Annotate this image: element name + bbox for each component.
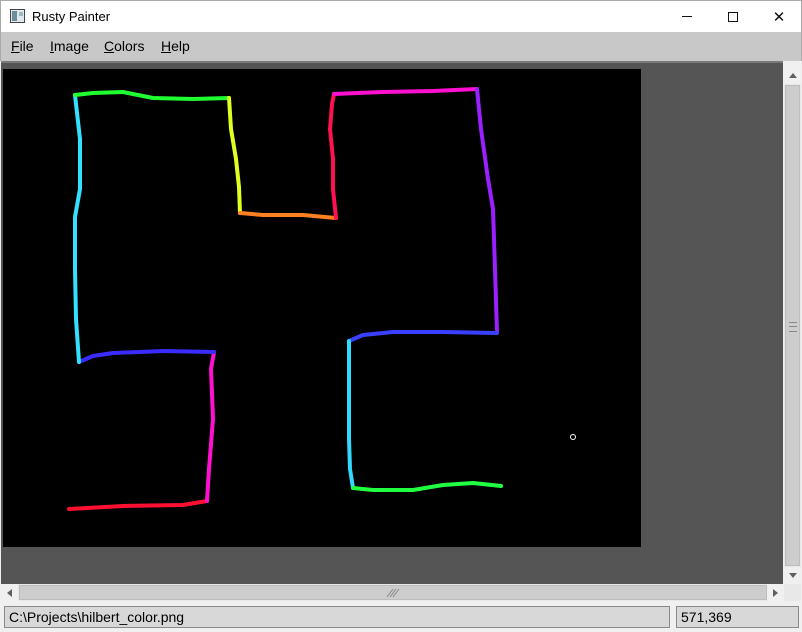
- scroll-down-button[interactable]: [784, 567, 801, 584]
- stroke-green: [73, 90, 231, 101]
- horizontal-scrollbar[interactable]: [1, 584, 784, 601]
- menu-colors-mnemonic: C: [104, 38, 115, 54]
- status-bar: C:\Projects\hilbert_color.png 571,369: [0, 601, 802, 632]
- maximize-button[interactable]: [710, 1, 756, 32]
- status-cursor-position: 571,369: [676, 606, 799, 628]
- minimize-icon: [682, 16, 692, 17]
- maximize-icon: [728, 11, 738, 22]
- stroke-blue-right: [347, 330, 499, 343]
- chevron-right-icon: [773, 588, 778, 597]
- drawing-svg: [67, 87, 576, 511]
- menu-bar: File Image Colors Help: [0, 32, 802, 61]
- menu-file-mnemonic: F: [11, 38, 20, 54]
- stroke-cyan: [73, 93, 82, 364]
- app-icon: [10, 9, 25, 23]
- menu-help-label: elp: [171, 38, 190, 54]
- stroke-red-vertical: [328, 92, 338, 220]
- chevron-left-icon: [7, 588, 12, 597]
- chevron-down-icon: [788, 573, 797, 578]
- vertical-scrollbar[interactable]: [784, 67, 801, 584]
- status-file-path: C:\Projects\hilbert_color.png: [4, 606, 670, 628]
- menu-colors[interactable]: Colors: [104, 38, 144, 54]
- grip-icon: [789, 322, 797, 332]
- stroke-red: [67, 499, 209, 511]
- stroke-magenta-top: [332, 87, 479, 96]
- menu-image[interactable]: Image: [50, 38, 89, 54]
- minimize-button[interactable]: [664, 1, 710, 32]
- scroll-up-button[interactable]: [784, 67, 801, 84]
- menu-help-mnemonic: H: [161, 38, 172, 54]
- brush-cursor-icon: [570, 434, 576, 440]
- stroke-orange: [238, 211, 338, 220]
- menu-colors-label: olors: [114, 38, 145, 54]
- horizontal-scroll-thumb[interactable]: [19, 585, 767, 600]
- stroke-yellow: [227, 96, 242, 215]
- drawing-canvas[interactable]: [3, 69, 641, 547]
- close-icon: ✕: [772, 8, 786, 26]
- scroll-right-button[interactable]: [767, 584, 784, 601]
- stroke-blue: [77, 349, 216, 364]
- stroke-purple: [475, 87, 499, 335]
- stroke-magenta: [205, 350, 216, 503]
- vertical-scroll-thumb[interactable]: [785, 85, 800, 566]
- grip-icon: [386, 588, 400, 598]
- scrollbar-corner: [784, 584, 801, 601]
- title-bar: Rusty Painter ✕: [0, 0, 802, 32]
- workspace: [1, 61, 783, 585]
- stroke-green-bottom: [351, 481, 503, 492]
- stroke-cyan-middle: [347, 339, 355, 490]
- menu-image-label: mage: [53, 38, 89, 54]
- chevron-up-icon: [788, 73, 797, 78]
- window-title: Rusty Painter: [32, 9, 111, 24]
- close-button[interactable]: ✕: [756, 1, 802, 32]
- scroll-left-button[interactable]: [1, 584, 18, 601]
- menu-help[interactable]: Help: [161, 38, 190, 54]
- menu-file[interactable]: File: [11, 38, 34, 54]
- menu-file-label: ile: [19, 38, 34, 54]
